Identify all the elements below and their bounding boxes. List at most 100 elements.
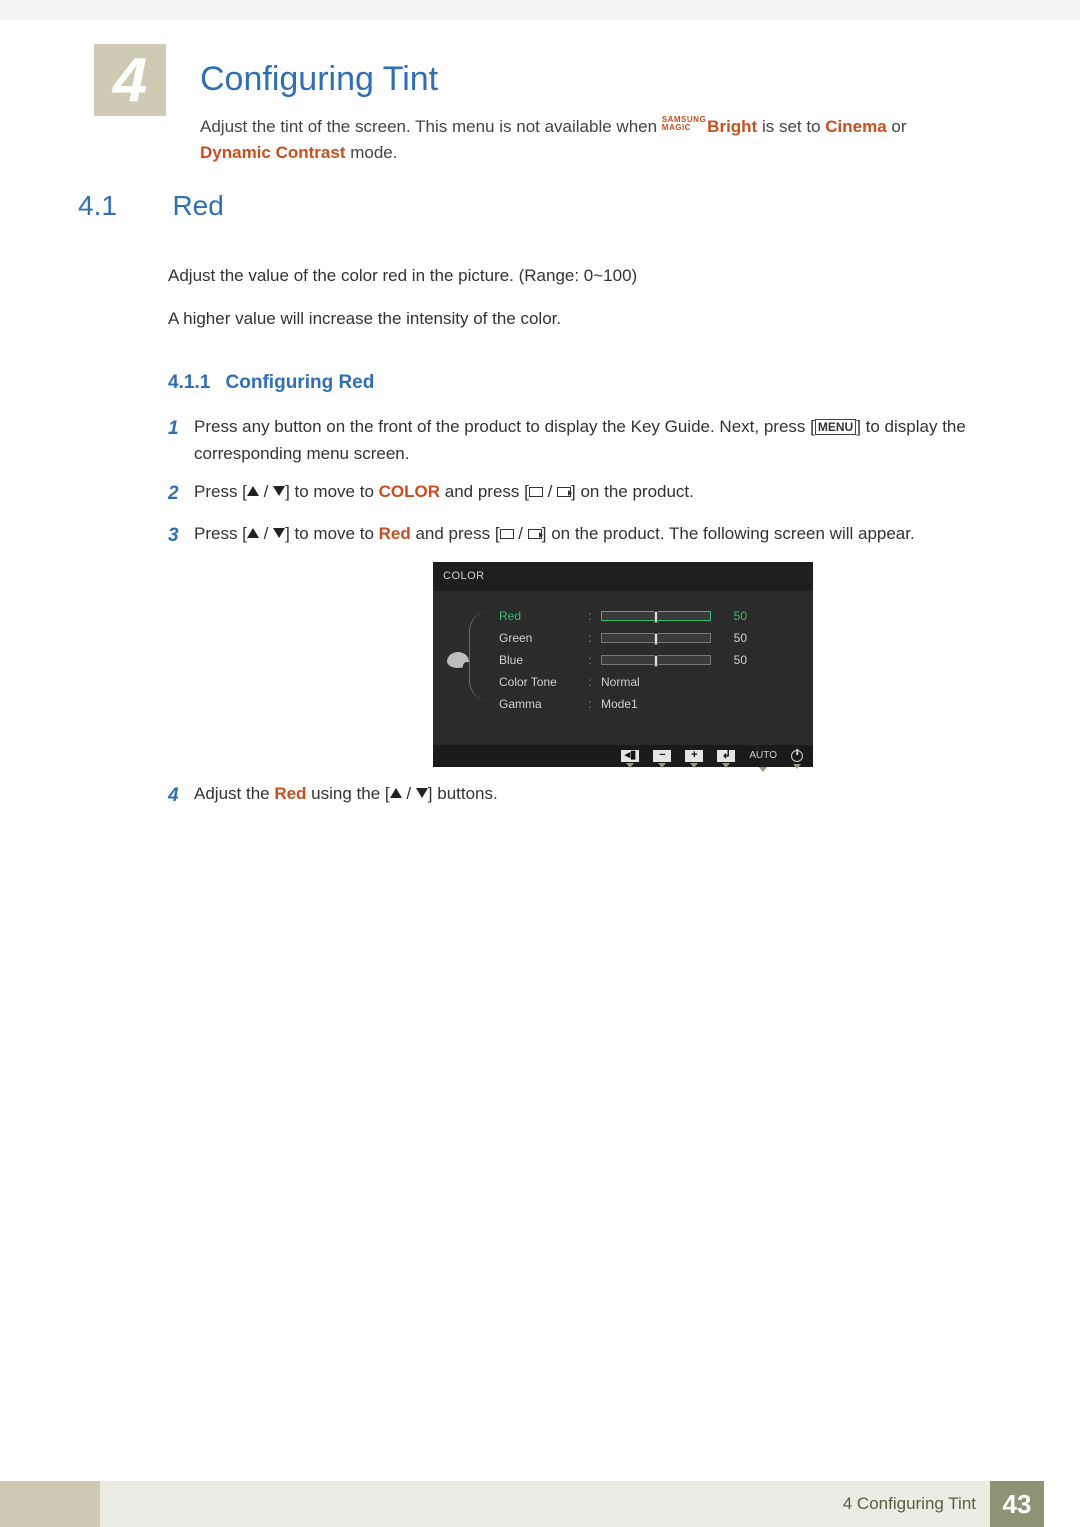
osd-minus-button-icon: − [653,750,671,762]
samsung-magic-tag: SAMSUNG MAGIC [662,116,706,132]
osd-title: COLOR [433,562,813,591]
osd-row-gamma: : Mode1 [587,693,803,715]
enter-icon [557,487,571,497]
triangle-up-icon [247,486,259,496]
steps-list: 1 Press any button on the front of the p… [168,414,988,810]
step-3-number: 3 [168,521,194,550]
osd-item-green: Green [499,627,587,649]
magic-bottom: MAGIC [662,124,706,132]
footer-right-gap [1044,1481,1080,1527]
step-3-a: Press [ [194,524,247,543]
osd-enter-button-icon: ↲ [717,750,735,762]
source-icon [500,529,514,539]
chapter-number-badge: 4 [94,44,166,116]
slider-blue-knob [654,655,658,667]
osd-panel: COLOR Red Green Blue Color Tone Gamma [433,562,813,767]
intro-mid2: or [891,117,906,136]
section-p1: Adjust the value of the color red in the… [168,262,988,289]
value-red: 50 [719,607,747,626]
footer-left-block [0,1481,100,1527]
osd-row-colortone: : Normal [587,671,803,693]
section-title: Red [172,190,223,222]
colon-sep: : [587,629,593,648]
step-4-text: Adjust the Red using the [ / ] buttons. [194,781,988,810]
step-1-number: 1 [168,414,194,467]
color-keyword: COLOR [379,482,440,501]
step-1: 1 Press any button on the front of the p… [168,414,988,467]
osd-item-gamma: Gamma [499,693,587,715]
triangle-down-icon [273,528,285,538]
osd-item-colortone: Color Tone [499,671,587,693]
value-blue: 50 [719,651,747,670]
source-icon [529,487,543,497]
value-green: 50 [719,629,747,648]
step-3-text: Press [ / ] to move to Red and press [ /… [194,521,988,550]
step-2-number: 2 [168,479,194,508]
page-top-band [0,0,1080,20]
step-4-b: using the [ [306,784,389,803]
triangle-up-icon [390,788,402,798]
section-body: Adjust the value of the color red in the… [168,262,988,332]
dynamic-contrast-keyword: Dynamic Contrast [200,143,345,162]
cinema-keyword: Cinema [825,117,886,136]
intro-mid1: is set to [762,117,825,136]
slider-red-knob [654,611,658,623]
palette-icon [447,652,469,668]
subsection-number: 4.1.1 [168,372,210,393]
step-1-text: Press any button on the front of the pro… [194,414,988,467]
bright-keyword: Bright [707,117,757,136]
osd-auto-label: AUTO [749,748,777,764]
section-4-1: 4.1 Red Adjust the value of the color re… [78,190,988,822]
section-p2: A higher value will increase the intensi… [168,305,988,332]
osd-values-column: : 50 : [587,605,803,715]
step-2-a: Press [ [194,482,247,501]
osd-plus-button-icon: + [685,750,703,762]
intro-tail: mode. [350,143,397,162]
page-footer: 4 Configuring Tint 43 [0,1481,1080,1527]
osd-arc-decoration [469,611,499,701]
step-2-b: ] to move to [285,482,379,501]
slider-blue [601,655,711,665]
step-4-a: Adjust the [194,784,274,803]
step-4-number: 4 [168,781,194,810]
step-4-c: ] buttons. [428,784,498,803]
footer-chapter-label: 4 Configuring Tint [100,1481,990,1527]
step-3: 3 Press [ / ] to move to Red and press [… [168,521,988,550]
osd-item-red: Red [499,605,587,627]
step-3-c: and press [ [411,524,500,543]
osd-body: Red Green Blue Color Tone Gamma : [433,591,813,745]
red-keyword: Red [274,784,306,803]
colon-sep: : [587,651,593,670]
step-4: 4 Adjust the Red using the [ / ] buttons… [168,781,988,810]
osd-row-blue: : 50 [587,649,803,671]
triangle-up-icon [247,528,259,538]
intro-lead: Adjust the tint of the screen. This menu… [200,117,662,136]
chapter-intro-text: Adjust the tint of the screen. This menu… [200,114,980,167]
step-1-a: Press any button on the front of the pro… [194,417,815,436]
value-gamma: Mode1 [601,695,638,714]
triangle-down-icon [273,486,285,496]
osd-footer: ◂▮ − + ↲ AUTO [433,745,813,767]
osd-row-red: : 50 [587,605,803,627]
step-3-d: ] on the product. The following screen w… [542,524,915,543]
slider-green-knob [654,633,658,645]
chapter-title: Configuring Tint [200,60,438,99]
power-icon [791,750,803,762]
colon-sep: : [587,607,593,626]
slider-green [601,633,711,643]
step-3-b: ] to move to [285,524,379,543]
osd-back-button-icon: ◂▮ [621,750,639,762]
slider-red [601,611,711,621]
section-number: 4.1 [78,190,168,222]
step-2: 2 Press [ / ] to move to COLOR and press… [168,479,988,508]
red-keyword: Red [379,524,411,543]
footer-page-number: 43 [990,1481,1044,1527]
subsection-heading: 4.1.1 Configuring Red [168,372,988,394]
step-2-d: ] on the product. [571,482,694,501]
colon-sep: : [587,673,593,692]
menu-key-icon: MENU [815,419,856,435]
triangle-down-icon [416,788,428,798]
step-2-c: and press [ [440,482,529,501]
osd-category-icon-column [439,605,477,715]
osd-row-green: : 50 [587,627,803,649]
